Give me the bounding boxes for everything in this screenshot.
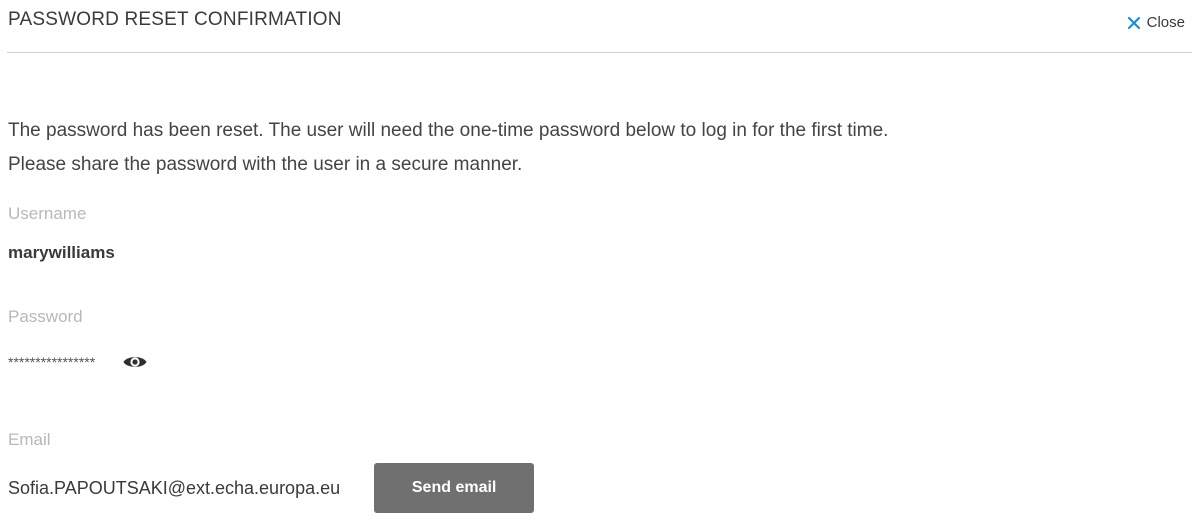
reset-message: The password has been reset. The user wi… xyxy=(8,114,1198,182)
username-value: marywilliams xyxy=(8,243,115,262)
close-button[interactable]: Close xyxy=(1127,14,1185,31)
dialog-header: PASSWORD RESET CONFIRMATION Close xyxy=(7,0,1192,53)
close-x-icon xyxy=(1127,16,1140,29)
email-value: Sofia.PAPOUTSAKI@ext.echa.europa.eu xyxy=(8,477,341,498)
eye-icon[interactable] xyxy=(122,353,148,371)
password-row: **************** xyxy=(8,353,148,371)
password-value: **************** xyxy=(8,354,96,370)
dialog-title: PASSWORD RESET CONFIRMATION xyxy=(8,9,342,30)
email-label: Email xyxy=(8,430,51,449)
send-email-button[interactable]: Send email xyxy=(374,463,535,513)
password-reset-dialog: PASSWORD RESET CONFIRMATION Close The pa… xyxy=(0,0,1202,513)
message-line-1: The password has been reset. The user wi… xyxy=(8,120,889,141)
email-row: Sofia.PAPOUTSAKI@ext.echa.europa.eu Send… xyxy=(8,463,535,513)
close-label: Close xyxy=(1146,14,1185,31)
password-label: Password xyxy=(8,307,83,326)
message-line-2: Please share the password with the user … xyxy=(8,154,523,175)
username-label: Username xyxy=(8,204,87,223)
